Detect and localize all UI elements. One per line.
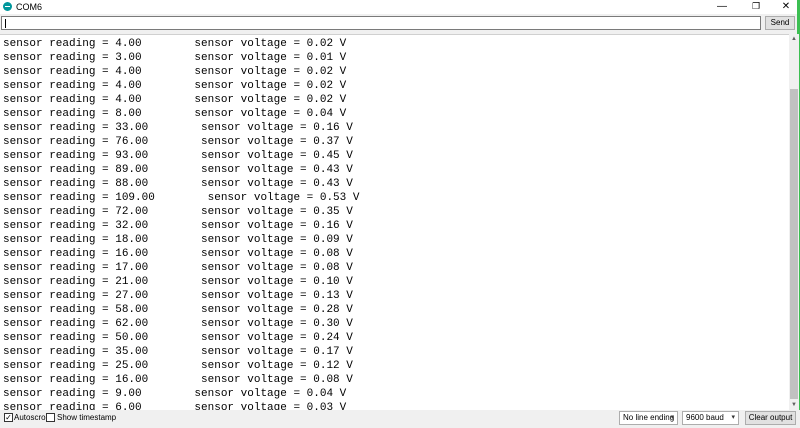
serial-output[interactable]: sensor reading = 4.00 sensor voltage = 0… <box>0 34 789 411</box>
output-line: sensor reading = 25.00 sensor voltage = … <box>3 360 353 372</box>
output-line: sensor reading = 58.00 sensor voltage = … <box>3 304 353 316</box>
output-line: sensor reading = 72.00 sensor voltage = … <box>3 206 353 218</box>
output-line: sensor reading = 3.00 sensor voltage = 0… <box>3 52 347 64</box>
baud-rate-value: 9600 baud <box>686 413 724 422</box>
timestamp-checkbox[interactable] <box>46 413 55 422</box>
autoscroll-checkbox[interactable]: ✓ <box>4 413 13 422</box>
chevron-down-icon: ▾ <box>731 414 735 421</box>
output-line: sensor reading = 62.00 sensor voltage = … <box>3 318 353 330</box>
output-line: sensor reading = 9.00 sensor voltage = 0… <box>3 388 347 400</box>
text-caret <box>5 19 6 28</box>
output-line: sensor reading = 17.00 sensor voltage = … <box>3 262 353 274</box>
output-line: sensor reading = 88.00 sensor voltage = … <box>3 178 353 190</box>
output-line: sensor reading = 50.00 sensor voltage = … <box>3 332 353 344</box>
output-line: sensor reading = 16.00 sensor voltage = … <box>3 374 353 386</box>
chevron-down-icon[interactable]: ▼ <box>789 400 799 410</box>
minimize-button[interactable]: — <box>708 0 736 14</box>
serial-input[interactable] <box>1 16 761 30</box>
output-line: sensor reading = 4.00 sensor voltage = 0… <box>3 66 347 78</box>
status-bar: ✓ Autoscroll Show timestamp No line endi… <box>0 410 800 428</box>
autoscroll-label: Autoscroll <box>14 413 50 422</box>
maximize-button[interactable]: ❐ <box>742 0 770 14</box>
chevron-up-icon[interactable]: ▲ <box>789 34 799 44</box>
chevron-down-icon: ▾ <box>670 414 674 421</box>
title-bar: COM6 — ❐ ✕ <box>0 0 800 14</box>
output-line: sensor reading = 27.00 sensor voltage = … <box>3 290 353 302</box>
output-line: sensor reading = 93.00 sensor voltage = … <box>3 150 353 162</box>
output-line: sensor reading = 76.00 sensor voltage = … <box>3 136 353 148</box>
vertical-scrollbar[interactable]: ▲ ▼ <box>789 34 799 410</box>
output-line: sensor reading = 33.00 sensor voltage = … <box>3 122 353 134</box>
timestamp-label: Show timestamp <box>57 413 117 422</box>
scrollbar-thumb[interactable] <box>790 89 798 399</box>
output-line: sensor reading = 8.00 sensor voltage = 0… <box>3 108 347 120</box>
output-line: sensor reading = 4.00 sensor voltage = 0… <box>3 38 347 50</box>
window-title: COM6 <box>16 2 43 12</box>
output-line: sensor reading = 16.00 sensor voltage = … <box>3 248 353 260</box>
arduino-icon <box>3 2 12 11</box>
close-button[interactable]: ✕ <box>772 0 800 14</box>
output-lines: sensor reading = 4.00 sensor voltage = 0… <box>3 37 359 411</box>
send-button[interactable]: Send <box>765 16 795 30</box>
output-line: sensor reading = 18.00 sensor voltage = … <box>3 234 353 246</box>
output-line: sensor reading = 32.00 sensor voltage = … <box>3 220 353 232</box>
output-line: sensor reading = 35.00 sensor voltage = … <box>3 346 353 358</box>
output-line: sensor reading = 21.00 sensor voltage = … <box>3 276 353 288</box>
output-line: sensor reading = 4.00 sensor voltage = 0… <box>3 80 347 92</box>
line-ending-value: No line ending <box>623 413 675 422</box>
output-line: sensor reading = 4.00 sensor voltage = 0… <box>3 94 347 106</box>
output-line: sensor reading = 109.00 sensor voltage =… <box>3 192 360 204</box>
output-line: sensor reading = 89.00 sensor voltage = … <box>3 164 353 176</box>
clear-output-button[interactable]: Clear output <box>745 411 796 425</box>
line-ending-select[interactable]: No line ending ▾ <box>619 411 678 425</box>
baud-rate-select[interactable]: 9600 baud ▾ <box>682 411 739 425</box>
